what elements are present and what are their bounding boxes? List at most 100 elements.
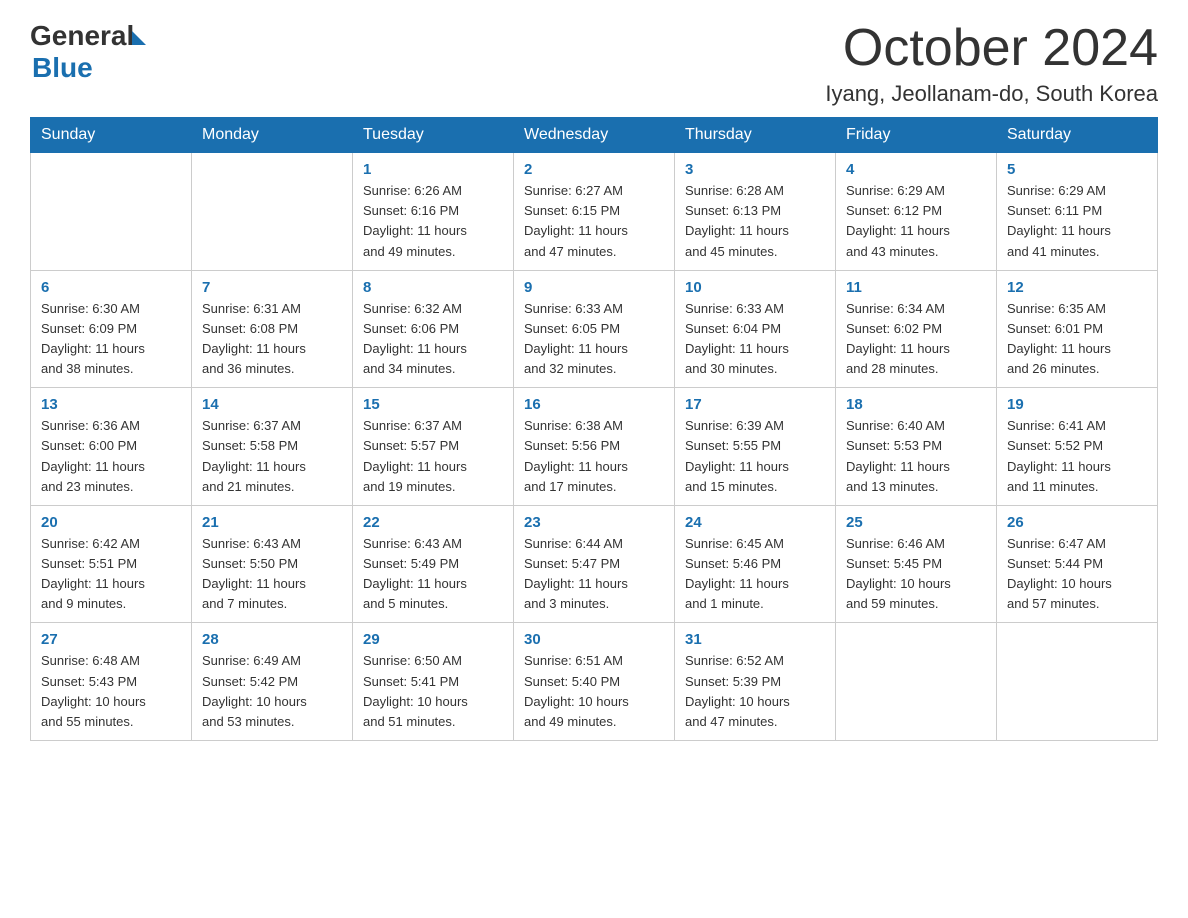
day-info: Sunrise: 6:38 AM Sunset: 5:56 PM Dayligh… (524, 416, 664, 497)
day-info: Sunrise: 6:37 AM Sunset: 5:58 PM Dayligh… (202, 416, 342, 497)
day-info: Sunrise: 6:34 AM Sunset: 6:02 PM Dayligh… (846, 299, 986, 380)
day-number: 27 (41, 631, 181, 648)
calendar-table: SundayMondayTuesdayWednesdayThursdayFrid… (30, 117, 1158, 741)
calendar-cell: 29 Sunrise: 6:50 AM Sunset: 5:41 PM Dayli… (353, 623, 514, 741)
day-info: Sunrise: 6:29 AM Sunset: 6:11 PM Dayligh… (1007, 181, 1147, 262)
day-info: Sunrise: 6:26 AM Sunset: 6:16 PM Dayligh… (363, 181, 503, 262)
day-info: Sunrise: 6:51 AM Sunset: 5:40 PM Dayligh… (524, 651, 664, 732)
day-number: 12 (1007, 279, 1147, 296)
day-info: Sunrise: 6:29 AM Sunset: 6:12 PM Dayligh… (846, 181, 986, 262)
day-number: 21 (202, 514, 342, 531)
day-number: 7 (202, 279, 342, 296)
day-info: Sunrise: 6:43 AM Sunset: 5:49 PM Dayligh… (363, 534, 503, 615)
calendar-cell: 10 Sunrise: 6:33 AM Sunset: 6:04 PM Dayli… (675, 270, 836, 388)
calendar-cell: 30 Sunrise: 6:51 AM Sunset: 5:40 PM Dayli… (514, 623, 675, 741)
day-number: 22 (363, 514, 503, 531)
calendar-cell: 8 Sunrise: 6:32 AM Sunset: 6:06 PM Daylig… (353, 270, 514, 388)
day-number: 23 (524, 514, 664, 531)
calendar-week-row: 6 Sunrise: 6:30 AM Sunset: 6:09 PM Daylig… (31, 270, 1158, 388)
day-info: Sunrise: 6:45 AM Sunset: 5:46 PM Dayligh… (685, 534, 825, 615)
calendar-header-sunday: Sunday (31, 118, 192, 153)
calendar-cell: 27 Sunrise: 6:48 AM Sunset: 5:43 PM Dayli… (31, 623, 192, 741)
day-number: 11 (846, 279, 986, 296)
day-info: Sunrise: 6:39 AM Sunset: 5:55 PM Dayligh… (685, 416, 825, 497)
calendar-week-row: 1 Sunrise: 6:26 AM Sunset: 6:16 PM Daylig… (31, 153, 1158, 271)
day-number: 8 (363, 279, 503, 296)
calendar-cell: 28Sunrise: 6:49 AM Sunset: 5:42 PM Dayli… (192, 623, 353, 741)
calendar-cell: 3Sunrise: 6:28 AM Sunset: 6:13 PM Daylig… (675, 153, 836, 271)
day-info: Sunrise: 6:42 AM Sunset: 5:51 PM Dayligh… (41, 534, 181, 615)
day-info: Sunrise: 6:31 AM Sunset: 6:08 PM Dayligh… (202, 299, 342, 380)
calendar-week-row: 20 Sunrise: 6:42 AM Sunset: 5:51 PM Dayli… (31, 505, 1158, 623)
title-area: October 2024 Iyang, Jeollanam-do, South … (825, 20, 1158, 107)
day-number: 29 (363, 631, 503, 648)
day-number: 16 (524, 396, 664, 413)
calendar-header-saturday: Saturday (997, 118, 1158, 153)
calendar-header-tuesday: Tuesday (353, 118, 514, 153)
day-number: 17 (685, 396, 825, 413)
calendar-header-friday: Friday (836, 118, 997, 153)
calendar-cell (31, 153, 192, 271)
calendar-cell: 7 Sunrise: 6:31 AM Sunset: 6:08 PM Daylig… (192, 270, 353, 388)
logo-general-text: General (30, 20, 134, 52)
day-number: 3 (685, 161, 825, 178)
calendar-cell: 16 Sunrise: 6:38 AM Sunset: 5:56 PM Dayli… (514, 388, 675, 506)
day-info: Sunrise: 6:32 AM Sunset: 6:06 PM Dayligh… (363, 299, 503, 380)
header: General Blue October 2024 Iyang, Jeollan… (30, 20, 1158, 107)
day-number: 4 (846, 161, 986, 178)
day-info: Sunrise: 6:36 AM Sunset: 6:00 PM Dayligh… (41, 416, 181, 497)
calendar-cell: 11 Sunrise: 6:34 AM Sunset: 6:02 PM Dayli… (836, 270, 997, 388)
calendar-cell: 26Sunrise: 6:47 AM Sunset: 5:44 PM Dayli… (997, 505, 1158, 623)
calendar-cell: 14 Sunrise: 6:37 AM Sunset: 5:58 PM Dayli… (192, 388, 353, 506)
day-number: 10 (685, 279, 825, 296)
calendar-cell: 1 Sunrise: 6:26 AM Sunset: 6:16 PM Daylig… (353, 153, 514, 271)
day-number: 19 (1007, 396, 1147, 413)
day-info: Sunrise: 6:43 AM Sunset: 5:50 PM Dayligh… (202, 534, 342, 615)
calendar-header-monday: Monday (192, 118, 353, 153)
day-number: 5 (1007, 161, 1147, 178)
day-number: 18 (846, 396, 986, 413)
calendar-header-thursday: Thursday (675, 118, 836, 153)
day-number: 26 (1007, 514, 1147, 531)
day-info: Sunrise: 6:27 AM Sunset: 6:15 PM Dayligh… (524, 181, 664, 262)
calendar-cell: 25 Sunrise: 6:46 AM Sunset: 5:45 PM Dayli… (836, 505, 997, 623)
calendar-cell: 17 Sunrise: 6:39 AM Sunset: 5:55 PM Dayli… (675, 388, 836, 506)
calendar-cell (192, 153, 353, 271)
day-number: 24 (685, 514, 825, 531)
day-info: Sunrise: 6:46 AM Sunset: 5:45 PM Dayligh… (846, 534, 986, 615)
day-number: 6 (41, 279, 181, 296)
calendar-cell: 15 Sunrise: 6:37 AM Sunset: 5:57 PM Dayli… (353, 388, 514, 506)
day-number: 20 (41, 514, 181, 531)
day-info: Sunrise: 6:50 AM Sunset: 5:41 PM Dayligh… (363, 651, 503, 732)
calendar-cell: 19Sunrise: 6:41 AM Sunset: 5:52 PM Dayli… (997, 388, 1158, 506)
logo-blue-text: Blue (32, 52, 146, 84)
day-info: Sunrise: 6:37 AM Sunset: 5:57 PM Dayligh… (363, 416, 503, 497)
day-number: 14 (202, 396, 342, 413)
calendar-cell: 22 Sunrise: 6:43 AM Sunset: 5:49 PM Dayli… (353, 505, 514, 623)
day-number: 2 (524, 161, 664, 178)
day-info: Sunrise: 6:44 AM Sunset: 5:47 PM Dayligh… (524, 534, 664, 615)
day-number: 13 (41, 396, 181, 413)
day-info: Sunrise: 6:33 AM Sunset: 6:05 PM Dayligh… (524, 299, 664, 380)
calendar-cell: 5 Sunrise: 6:29 AM Sunset: 6:11 PM Daylig… (997, 153, 1158, 271)
day-number: 15 (363, 396, 503, 413)
day-info: Sunrise: 6:40 AM Sunset: 5:53 PM Dayligh… (846, 416, 986, 497)
day-info: Sunrise: 6:48 AM Sunset: 5:43 PM Dayligh… (41, 651, 181, 732)
day-number: 1 (363, 161, 503, 178)
day-number: 25 (846, 514, 986, 531)
calendar-cell: 9 Sunrise: 6:33 AM Sunset: 6:05 PM Daylig… (514, 270, 675, 388)
calendar-cell: 12 Sunrise: 6:35 AM Sunset: 6:01 PM Dayli… (997, 270, 1158, 388)
calendar-week-row: 27 Sunrise: 6:48 AM Sunset: 5:43 PM Dayli… (31, 623, 1158, 741)
day-info: Sunrise: 6:35 AM Sunset: 6:01 PM Dayligh… (1007, 299, 1147, 380)
day-number: 30 (524, 631, 664, 648)
calendar-cell: 6 Sunrise: 6:30 AM Sunset: 6:09 PM Daylig… (31, 270, 192, 388)
calendar-cell: 20 Sunrise: 6:42 AM Sunset: 5:51 PM Dayli… (31, 505, 192, 623)
day-info: Sunrise: 6:52 AM Sunset: 5:39 PM Dayligh… (685, 651, 825, 732)
month-title: October 2024 (825, 20, 1158, 77)
calendar-cell: 23 Sunrise: 6:44 AM Sunset: 5:47 PM Dayli… (514, 505, 675, 623)
day-number: 9 (524, 279, 664, 296)
calendar-cell: 24 Sunrise: 6:45 AM Sunset: 5:46 PM Dayli… (675, 505, 836, 623)
day-info: Sunrise: 6:33 AM Sunset: 6:04 PM Dayligh… (685, 299, 825, 380)
calendar-cell (997, 623, 1158, 741)
day-info: Sunrise: 6:30 AM Sunset: 6:09 PM Dayligh… (41, 299, 181, 380)
